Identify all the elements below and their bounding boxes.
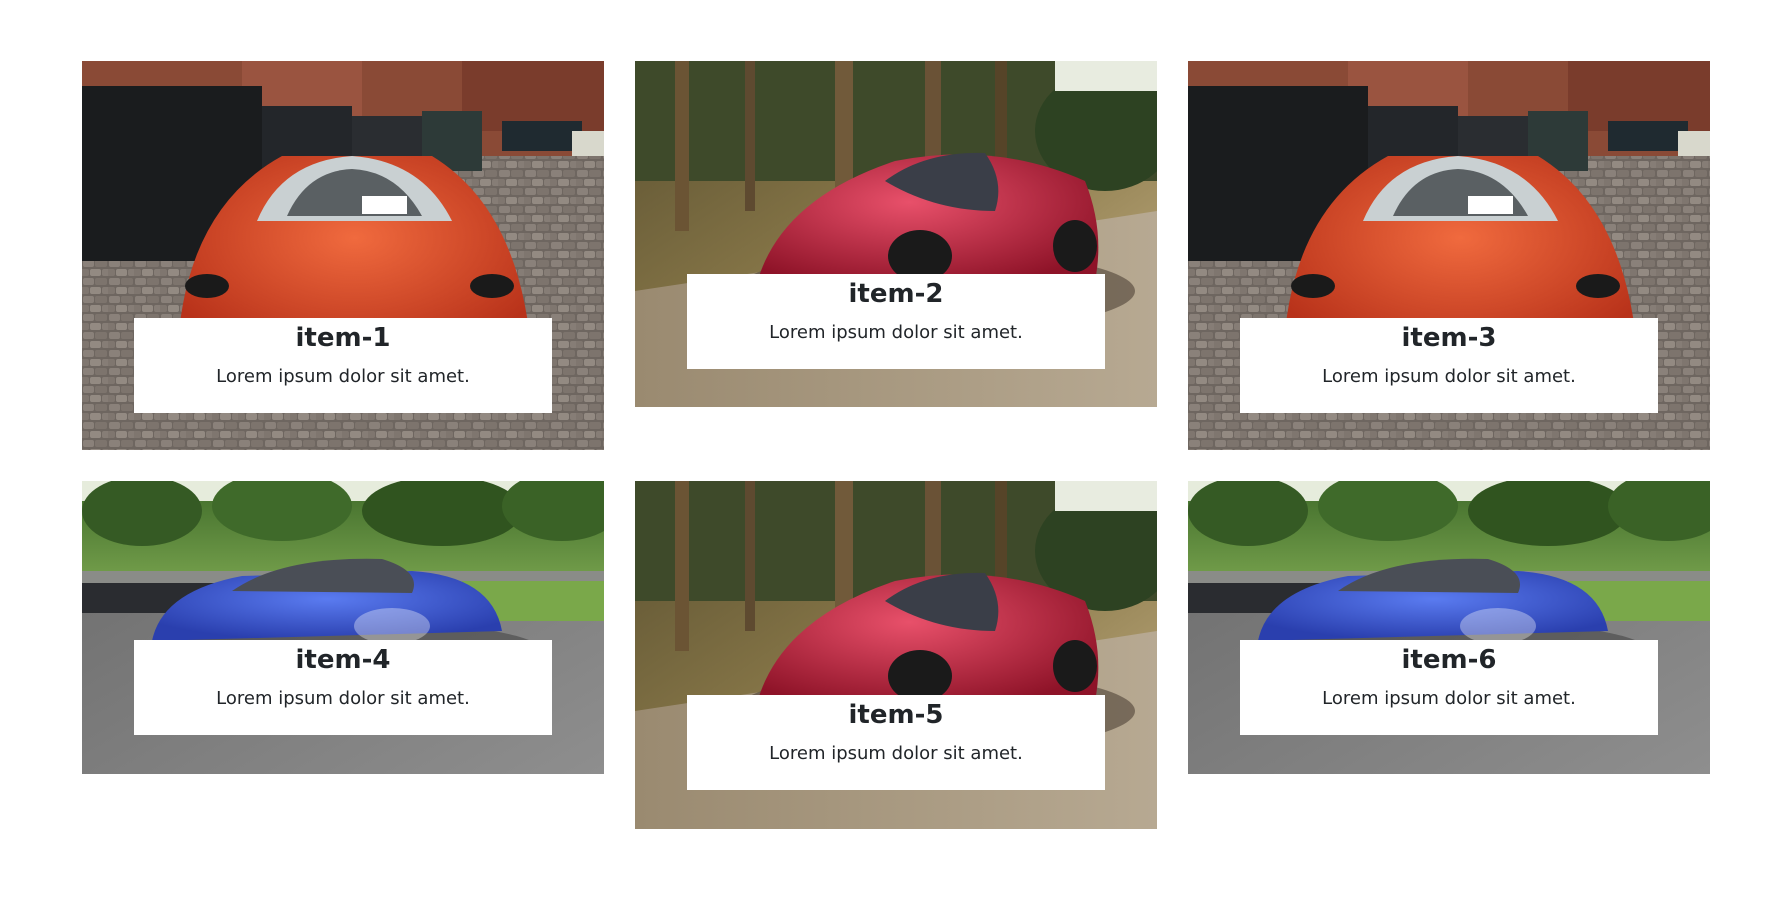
card-title: item-5 [848,700,944,730]
card-description: Lorem ipsum dolor sit amet. [1322,366,1576,387]
card-description: Lorem ipsum dolor sit amet. [216,366,470,387]
card-grid: item-1 Lorem ipsum dolor sit amet. item-… [0,0,1783,912]
card-description: Lorem ipsum dolor sit amet. [1322,688,1576,709]
card-description: Lorem ipsum dolor sit amet. [216,688,470,709]
card-caption: item-3 Lorem ipsum dolor sit amet. [1240,318,1658,413]
card-item-4[interactable]: item-4 Lorem ipsum dolor sit amet. [82,481,604,774]
card-title: item-1 [295,323,391,353]
card-caption: item-1 Lorem ipsum dolor sit amet. [134,318,552,413]
card-item-2[interactable]: item-2 Lorem ipsum dolor sit amet. [635,61,1157,407]
card-caption: item-2 Lorem ipsum dolor sit amet. [687,274,1105,369]
card-description: Lorem ipsum dolor sit amet. [769,322,1023,343]
card-title: item-2 [848,279,944,309]
card-title: item-4 [295,645,391,675]
card-caption: item-4 Lorem ipsum dolor sit amet. [134,640,552,735]
card-title: item-3 [1401,323,1497,353]
card-caption: item-5 Lorem ipsum dolor sit amet. [687,695,1105,790]
card-description: Lorem ipsum dolor sit amet. [769,743,1023,764]
card-title: item-6 [1401,645,1497,675]
card-item-6[interactable]: item-6 Lorem ipsum dolor sit amet. [1188,481,1710,774]
card-item-3[interactable]: item-3 Lorem ipsum dolor sit amet. [1188,61,1710,450]
card-item-5[interactable]: item-5 Lorem ipsum dolor sit amet. [635,481,1157,829]
card-caption: item-6 Lorem ipsum dolor sit amet. [1240,640,1658,735]
card-item-1[interactable]: item-1 Lorem ipsum dolor sit amet. [82,61,604,450]
